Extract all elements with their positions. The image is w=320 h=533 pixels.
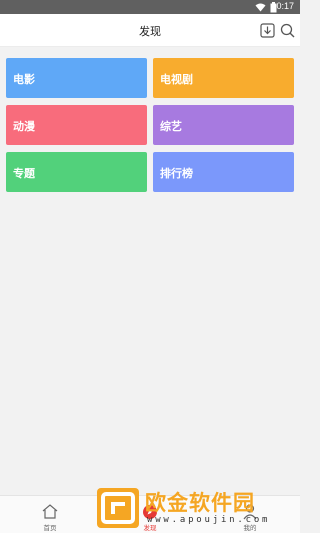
tab-home-label: 首页 bbox=[43, 524, 57, 532]
category-tile-rankings[interactable]: 排行榜 bbox=[153, 152, 294, 192]
category-tile-topics[interactable]: 专题 bbox=[6, 152, 147, 192]
category-tile-tv-series[interactable]: 电视剧 bbox=[153, 58, 294, 98]
watermark-url: www.apoujin.com bbox=[147, 515, 271, 525]
watermark-logo bbox=[97, 488, 139, 528]
status-bar: 10:17 bbox=[0, 0, 300, 14]
category-label: 排行榜 bbox=[160, 167, 193, 180]
page-title: 发现 bbox=[139, 25, 161, 38]
download-icon[interactable] bbox=[259, 22, 276, 39]
category-tile-variety[interactable]: 综艺 bbox=[153, 105, 294, 145]
tab-home[interactable]: 首页 bbox=[25, 496, 75, 533]
site-watermark: 欧金软件园 www.apoujin.com bbox=[97, 482, 297, 530]
search-icon[interactable] bbox=[279, 22, 296, 39]
category-label: 综艺 bbox=[160, 120, 182, 133]
category-label: 专题 bbox=[13, 167, 35, 180]
category-label: 动漫 bbox=[13, 120, 35, 133]
category-label: 电影 bbox=[13, 73, 35, 86]
category-tile-anime[interactable]: 动漫 bbox=[6, 105, 147, 145]
watermark-title: 欧金软件园 bbox=[145, 491, 255, 515]
status-time: 10:17 bbox=[271, 1, 294, 11]
category-label: 电视剧 bbox=[160, 73, 193, 86]
home-icon bbox=[42, 504, 58, 519]
category-tile-movie[interactable]: 电影 bbox=[6, 58, 147, 98]
top-header: 发现 bbox=[0, 14, 300, 47]
wifi-icon bbox=[255, 3, 266, 12]
